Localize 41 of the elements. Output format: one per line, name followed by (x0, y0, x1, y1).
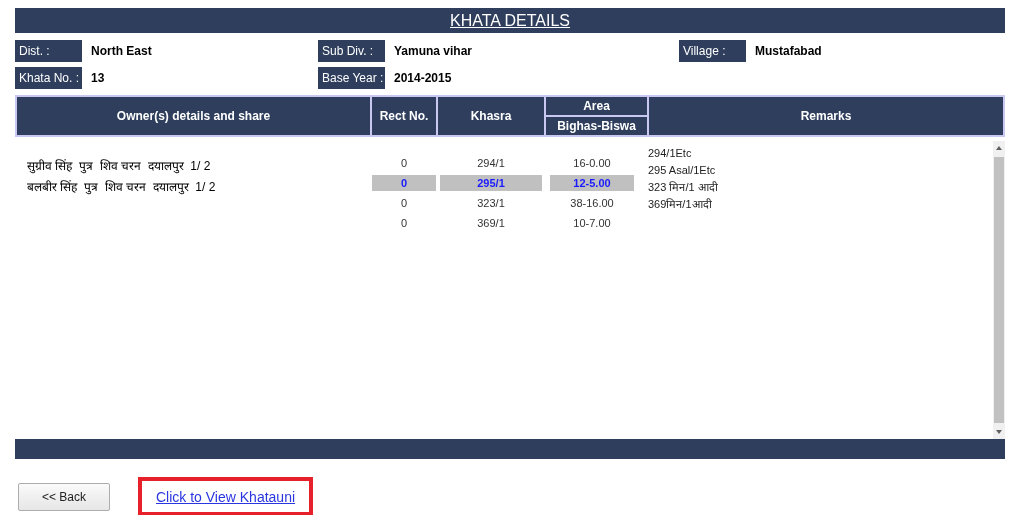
column-subheader: Bighas-Biswa (546, 117, 647, 135)
remark-text: 369मिन/1आदी (648, 197, 713, 212)
owner-text: बलबीर सिंह पुत्र शिव चरन दयालपुर 1/ 2 (27, 179, 217, 197)
field-label: Dist. : (15, 40, 82, 62)
rect-no-cell-text: 0 (399, 196, 409, 211)
khasra-cell-text: 369/1 (476, 216, 506, 231)
field-label: Khata No. : (15, 67, 82, 89)
scroll-up-icon[interactable] (996, 146, 1002, 150)
owner-text: सुग्रीव सिंह पुत्र शिव चरन दयालपुर 1/ 2 (27, 158, 212, 176)
field-value: Yamuna vihar (394, 44, 473, 58)
scroll-down-icon[interactable] (996, 430, 1002, 434)
scroll-thumb[interactable] (994, 157, 1004, 423)
area-cell-text: 16-0.00 (572, 156, 612, 171)
field-value: 13 (91, 71, 105, 85)
column-header: Khasra (438, 97, 544, 135)
rect-no-cell-text: 0 (399, 216, 409, 231)
column-header: Rect No. (372, 97, 436, 135)
khasra-cell-text: 294/1 (476, 156, 506, 171)
khatauni-link[interactable]: Click to View Khatauni (156, 489, 296, 505)
field-value: Mustafabad (755, 44, 822, 58)
column-header: Remarks (649, 97, 1003, 135)
page-title: KHATA DETAILS (450, 11, 570, 30)
area-cell-text: 38-16.00 (569, 196, 615, 211)
column-header: Owner(s) details and share (17, 97, 370, 135)
field-value: 2014-2015 (394, 71, 452, 85)
column-header: Area (546, 97, 647, 115)
field-label: Base Year : (318, 67, 385, 89)
field-value: North East (91, 44, 152, 58)
khasra-cell: 295/1 (440, 175, 542, 191)
rect-no-cell: 0 (372, 175, 436, 191)
remark-text: 294/1Etc (648, 146, 693, 161)
area-cell: 12-5.00 (550, 175, 634, 191)
scrollbar[interactable] (993, 141, 1005, 439)
khasra-cell-text: 323/1 (476, 196, 506, 211)
back-button[interactable]: << Back (18, 482, 110, 511)
remark-text: 323 मिन/1 आदी (648, 180, 718, 195)
field-label: Sub Div. : (318, 40, 385, 62)
area-cell-text: 10-7.00 (572, 216, 612, 231)
field-label: Village : (679, 40, 746, 62)
rect-no-cell-text: 0 (399, 156, 409, 171)
remark-text: 295 Asal/1Etc (648, 163, 717, 178)
